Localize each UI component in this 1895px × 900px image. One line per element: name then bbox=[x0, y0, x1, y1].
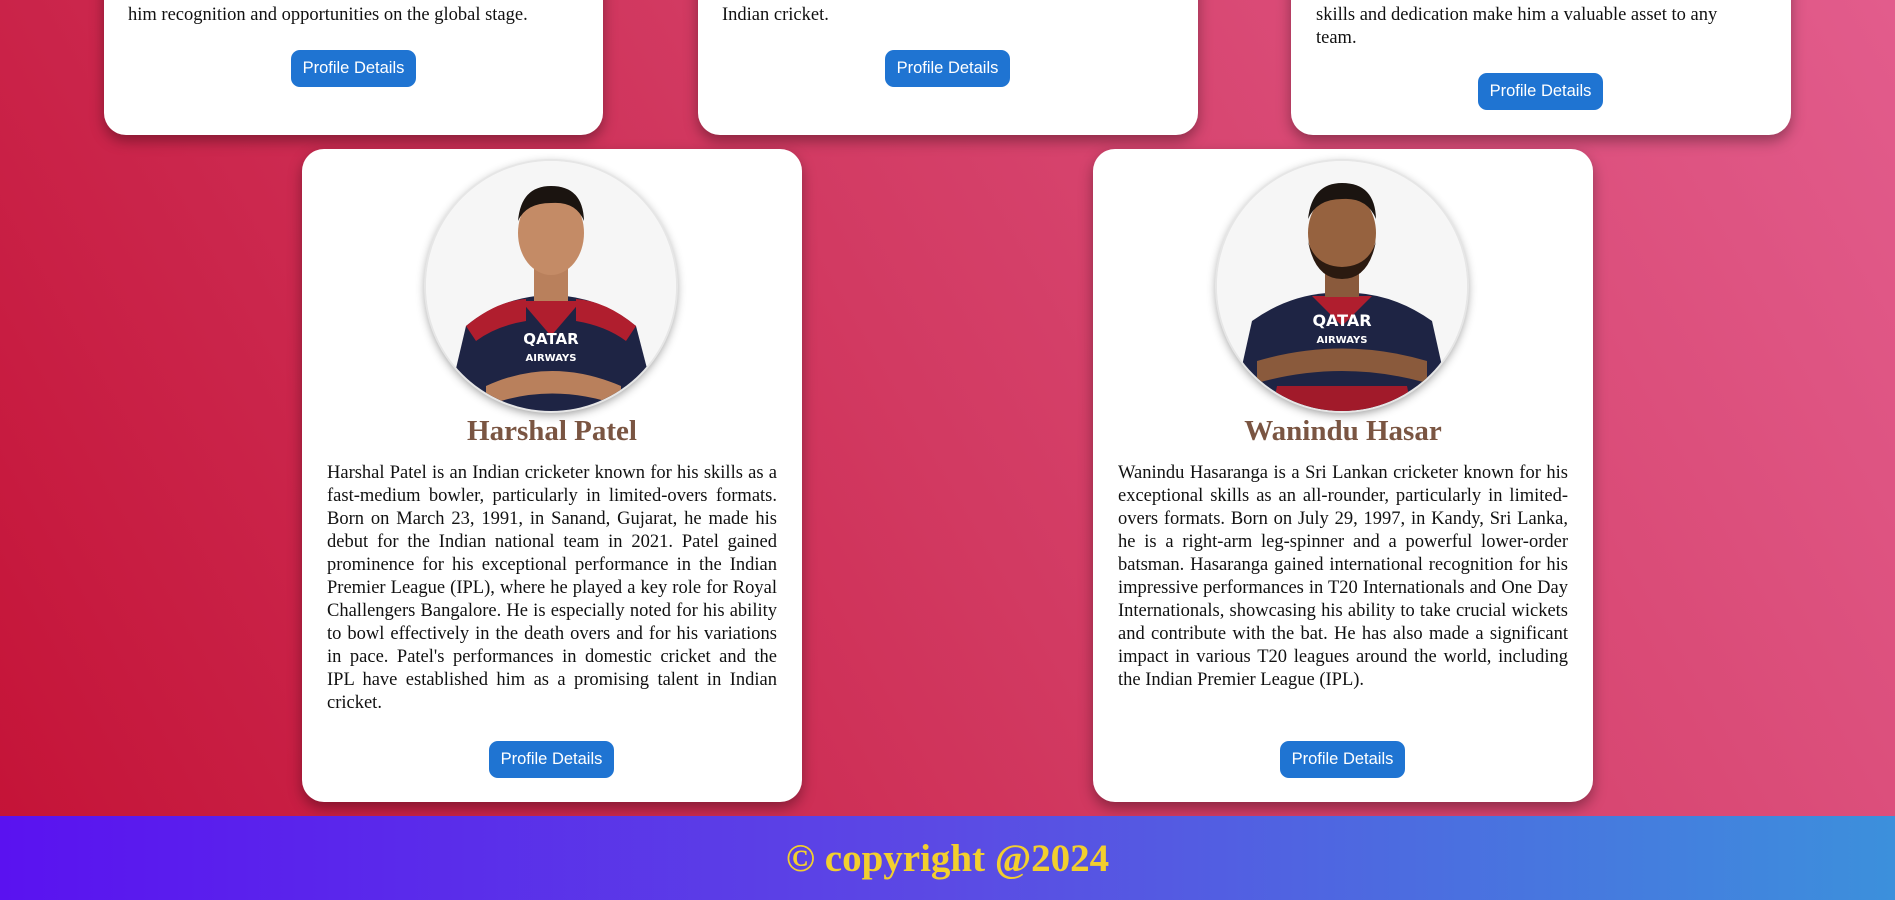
player-name: Wanindu Hasar bbox=[1244, 415, 1442, 447]
player-card-top-3: skills and dedication make him a valuabl… bbox=[1291, 0, 1791, 135]
card-text-line: Indian cricket. bbox=[722, 5, 829, 25]
profile-details-button[interactable]: Profile Details bbox=[885, 50, 1010, 87]
player-card-harshal-patel: QATAR AIRWAYS Harshal Patel Harshal Pate… bbox=[302, 149, 802, 802]
player-avatar-icon: QATAR AIRWAYS bbox=[426, 161, 676, 411]
player-card-top-2: Indian cricket. Profile Details bbox=[698, 0, 1198, 135]
profile-details-button[interactable]: Profile Details bbox=[1280, 741, 1405, 778]
svg-text:AIRWAYS: AIRWAYS bbox=[1317, 335, 1368, 346]
jersey-text: QATAR bbox=[523, 330, 579, 348]
profile-details-button[interactable]: Profile Details bbox=[1478, 73, 1603, 110]
player-card-top-1: him recognition and opportunities on the… bbox=[104, 0, 603, 135]
player-card-wanindu-hasar: QATAR AIRWAYS Wanindu Hasar Wanindu Hasa… bbox=[1093, 149, 1593, 802]
card-text-line: skills and dedication make him a valuabl… bbox=[1316, 5, 1718, 25]
player-photo: QATAR AIRWAYS bbox=[426, 161, 676, 411]
player-avatar-icon: QATAR AIRWAYS bbox=[1217, 161, 1467, 411]
card-text-line: him recognition and opportunities on the… bbox=[128, 5, 528, 25]
profile-details-button[interactable]: Profile Details bbox=[489, 741, 614, 778]
footer-copyright: © copyright @2024 bbox=[785, 836, 1110, 880]
player-name: Harshal Patel bbox=[467, 415, 637, 447]
page-footer: © copyright @2024 bbox=[0, 816, 1895, 900]
svg-text:AIRWAYS: AIRWAYS bbox=[526, 353, 577, 364]
player-photo: QATAR AIRWAYS bbox=[1217, 161, 1467, 411]
card-text-line: team. bbox=[1316, 28, 1357, 48]
player-bio: Wanindu Hasaranga is a Sri Lankan cricke… bbox=[1118, 463, 1568, 690]
jersey-text: QATAR bbox=[1312, 311, 1371, 330]
profile-details-button[interactable]: Profile Details bbox=[291, 50, 416, 87]
player-bio: Harshal Patel is an Indian cricketer kno… bbox=[327, 463, 777, 713]
